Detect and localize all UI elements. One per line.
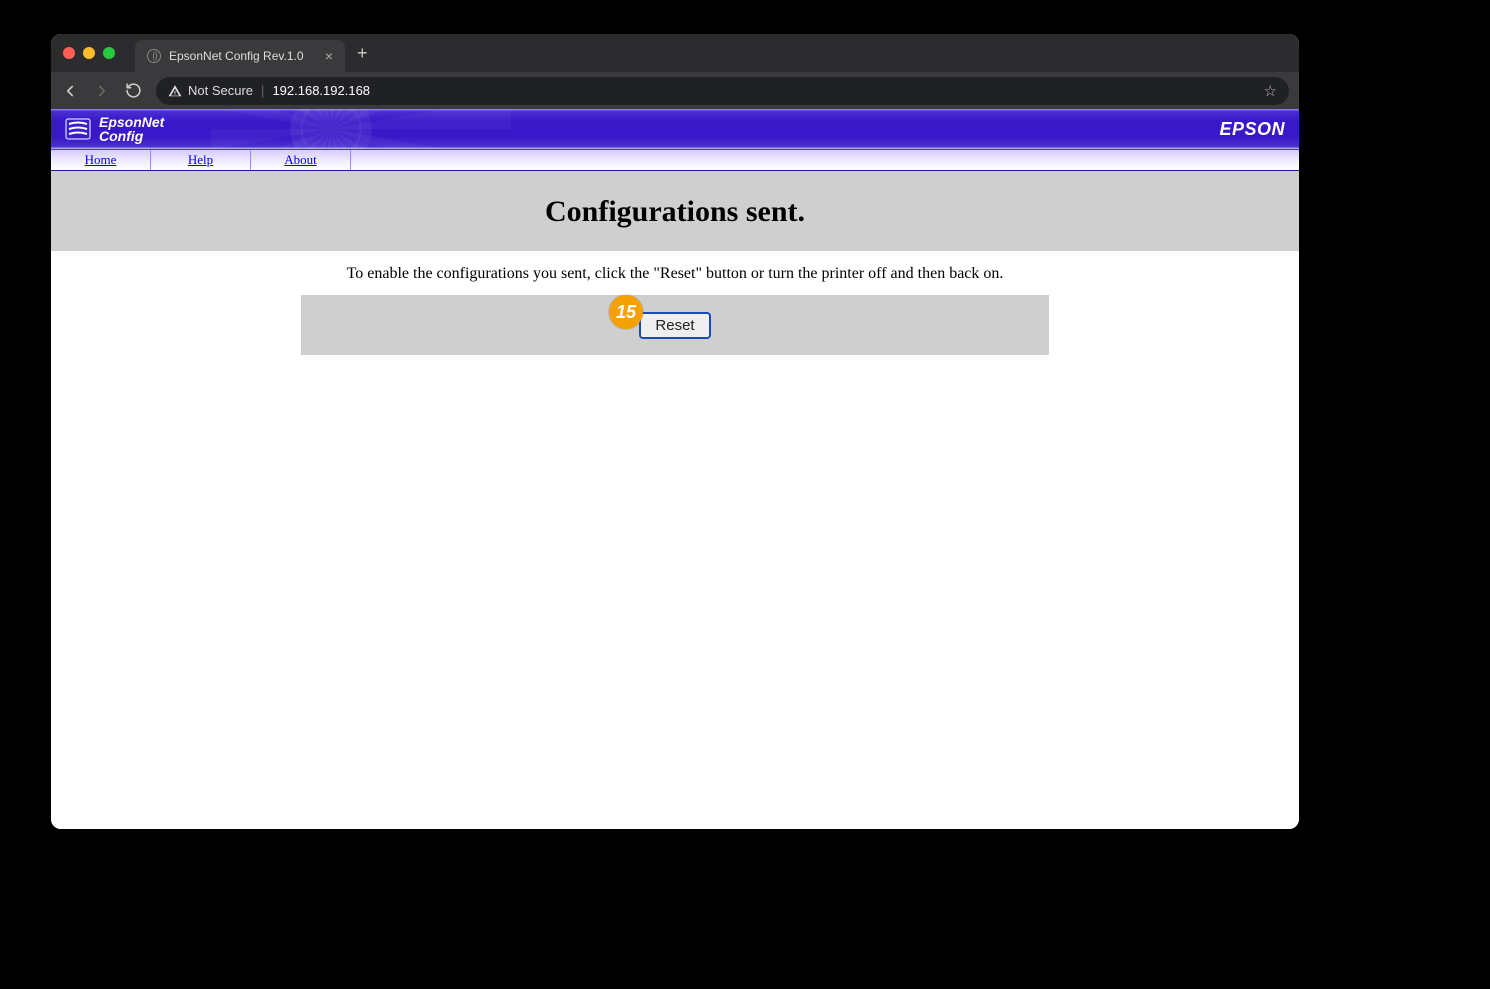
site-logo: EpsonNet Config [65,115,164,143]
reload-button[interactable] [125,82,142,99]
menu-help[interactable]: Help [151,150,251,170]
annotation-badge: 15 [609,295,643,329]
menu-home[interactable]: Home [51,150,151,170]
site-banner: EpsonNet Config EPSON [51,109,1299,149]
minimize-window-button[interactable] [83,47,95,59]
reset-button[interactable]: Reset [639,312,710,339]
content-header: Configurations sent. [51,171,1299,251]
browser-window: EpsonNet Config Rev.1.0 × + Not Secure |… [51,34,1299,829]
page-heading: Configurations sent. [51,195,1299,229]
separator: | [261,83,264,98]
forward-button[interactable] [93,82,111,100]
globe-icon [147,49,161,63]
security-indicator[interactable]: Not Secure [168,83,253,98]
close-tab-icon[interactable]: × [325,48,333,64]
browser-toolbar: Not Secure | 192.168.192.168 ☆ [51,72,1299,109]
window-titlebar: EpsonNet Config Rev.1.0 × + [51,34,1299,72]
content-body: To enable the configurations you sent, c… [51,251,1299,355]
bookmark-star-icon[interactable]: ☆ [1264,82,1277,100]
brand-label: EPSON [1219,119,1285,140]
url-text: 192.168.192.168 [272,83,370,98]
reset-panel: 15 Reset [301,295,1049,355]
epson-logo-icon [65,118,91,140]
address-bar[interactable]: Not Secure | 192.168.192.168 ☆ [156,77,1289,105]
logo-text: EpsonNet Config [99,115,164,143]
page-content: EpsonNet Config EPSON Home Help About Co… [51,109,1299,829]
warning-icon [168,84,182,98]
new-tab-button[interactable]: + [357,43,368,64]
not-secure-label: Not Secure [188,83,253,98]
close-window-button[interactable] [63,47,75,59]
back-button[interactable] [61,82,79,100]
browser-tab[interactable]: EpsonNet Config Rev.1.0 × [135,40,345,72]
menu-about[interactable]: About [251,150,351,170]
menu-bar: Home Help About [51,149,1299,171]
logo-line2: Config [99,129,164,143]
logo-line1: EpsonNet [99,115,164,129]
maximize-window-button[interactable] [103,47,115,59]
tab-title: EpsonNet Config Rev.1.0 [169,49,317,63]
window-controls [63,47,115,59]
instruction-text: To enable the configurations you sent, c… [51,251,1299,295]
